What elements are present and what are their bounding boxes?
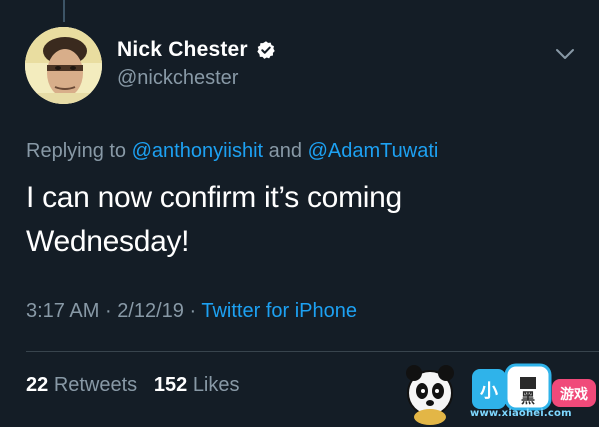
- svg-text:黑: 黑: [521, 391, 535, 407]
- likes-label: Likes: [192, 374, 240, 396]
- verified-badge-icon: [256, 40, 276, 60]
- avatar-photo: [25, 27, 102, 104]
- mention-link[interactable]: @AdamTuwati: [308, 140, 439, 162]
- display-name[interactable]: Nick Chester: [117, 38, 248, 62]
- avatar[interactable]: [25, 27, 102, 104]
- tweet-date[interactable]: 2/12/19: [117, 300, 184, 322]
- tweet-time[interactable]: 3:17 AM: [26, 300, 99, 322]
- svg-text:小: 小: [480, 381, 498, 402]
- author-handle[interactable]: @nickchester: [117, 67, 238, 90]
- thread-connector-line: [63, 0, 65, 22]
- tweet-screen: Nick Chester @nickchester Replying to @a…: [0, 0, 599, 427]
- watermark-url: www.xiaohei.com: [470, 408, 572, 419]
- meta-separator: ·: [189, 300, 197, 322]
- divider: [26, 351, 599, 352]
- replying-prefix: Replying to: [26, 140, 127, 162]
- replying-joiner: and: [268, 140, 303, 162]
- tweet-source-link[interactable]: Twitter for iPhone: [201, 300, 357, 322]
- author-name-row[interactable]: Nick Chester: [117, 38, 276, 62]
- likes-count: 152: [153, 374, 188, 396]
- likes-stat[interactable]: 152 Likes: [154, 374, 240, 396]
- retweets-label: Retweets: [53, 374, 138, 396]
- chevron-down-icon[interactable]: [555, 47, 575, 61]
- svg-text:游戏: 游戏: [560, 386, 588, 403]
- meta-separator: ·: [104, 300, 112, 322]
- replying-to-line: Replying to @anthonyiishit and @AdamTuwa…: [26, 140, 438, 163]
- tweet-stats: 22 Retweets 152 Likes: [26, 374, 240, 397]
- tweet-meta: 3:17 AM · 2/12/19 · Twitter for iPhone: [26, 300, 357, 323]
- retweets-count: 22: [26, 374, 49, 396]
- retweets-stat[interactable]: 22 Retweets: [26, 374, 143, 396]
- tweet-text: I can now confirm it’s coming Wednesday!: [26, 181, 402, 258]
- mention-link[interactable]: @anthonyiishit: [132, 140, 263, 162]
